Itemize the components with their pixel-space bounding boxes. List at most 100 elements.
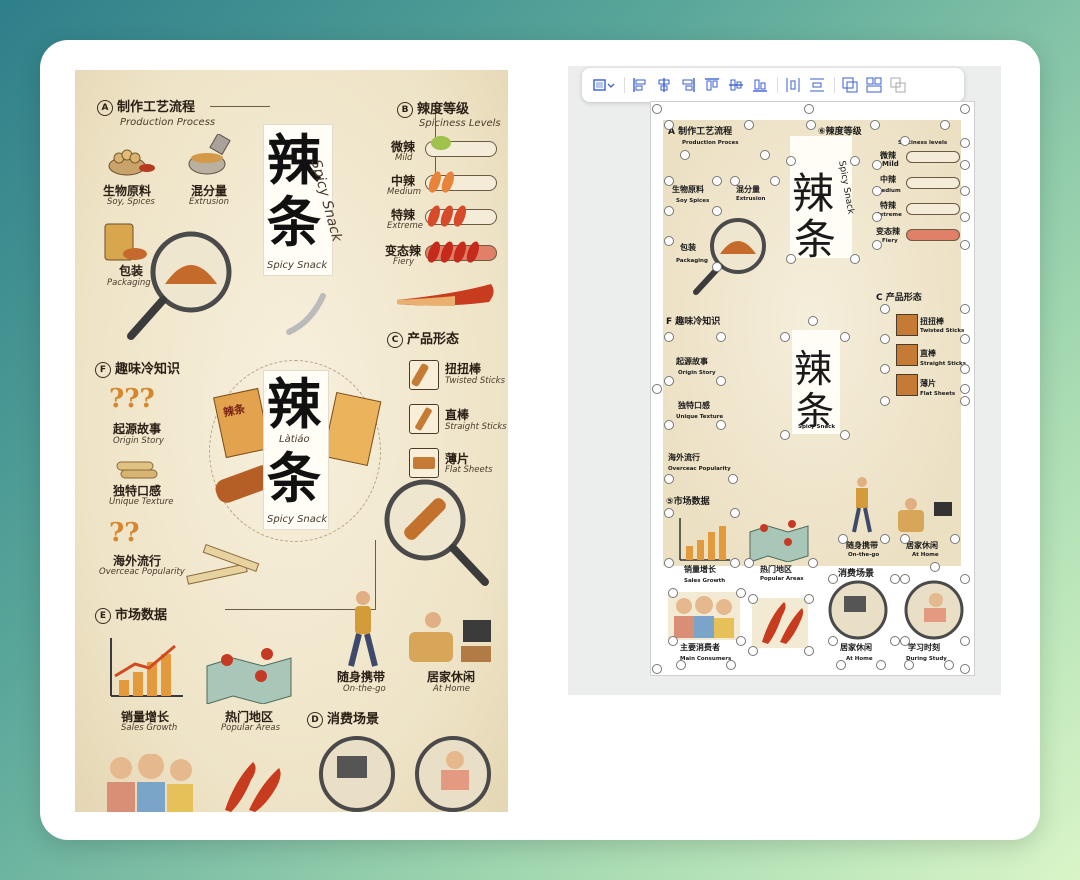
resize-handle[interactable] — [890, 574, 900, 584]
ed-b-title[interactable]: ⑥辣度等级 — [818, 124, 862, 137]
resize-handle[interactable] — [808, 558, 818, 568]
ed-d2[interactable]: 居家休闲 — [906, 540, 938, 551]
ed-g3s[interactable]: At Home — [846, 656, 873, 662]
resize-handle[interactable] — [960, 636, 970, 646]
resize-handle[interactable] — [960, 186, 970, 196]
ed-a2[interactable]: 混分量 — [736, 184, 760, 195]
resize-handle[interactable] — [836, 660, 846, 670]
resize-handle[interactable] — [664, 176, 674, 186]
resize-handle[interactable] — [940, 120, 950, 130]
resize-handle[interactable] — [780, 332, 790, 342]
resize-handle[interactable] — [664, 508, 674, 518]
ed-e1[interactable]: 销量增长 — [684, 564, 716, 575]
align-top-icon[interactable] — [703, 76, 721, 94]
ed-g1[interactable]: 主要消费者 — [680, 642, 720, 653]
resize-handle[interactable] — [872, 240, 882, 250]
resize-handle[interactable] — [960, 304, 970, 314]
resize-handle[interactable] — [850, 254, 860, 264]
resize-handle[interactable] — [680, 150, 690, 160]
ed-a-sub[interactable]: Production Proces — [682, 140, 739, 146]
ed-g1s[interactable]: Main Consumers — [680, 656, 731, 662]
rotate-handle[interactable] — [804, 104, 814, 114]
resize-handle[interactable] — [760, 150, 770, 160]
resize-handle[interactable] — [960, 138, 970, 148]
resize-handle[interactable] — [960, 104, 970, 114]
distribute-v-icon[interactable] — [808, 76, 826, 94]
resize-handle[interactable] — [744, 558, 754, 568]
ed-a2s[interactable]: Extrusion — [736, 196, 765, 202]
resize-handle[interactable] — [712, 206, 722, 216]
resize-handle[interactable] — [900, 636, 910, 646]
resize-handle[interactable] — [664, 420, 674, 430]
resize-handle[interactable] — [880, 364, 890, 374]
resize-handle[interactable] — [960, 160, 970, 170]
resize-handle[interactable] — [716, 332, 726, 342]
rotate-handle[interactable] — [808, 316, 818, 326]
ed-e1s[interactable]: Sales Growth — [684, 578, 725, 584]
align-middle-icon[interactable] — [727, 76, 745, 94]
resize-handle[interactable] — [840, 430, 850, 440]
resize-handle[interactable] — [850, 156, 860, 166]
resize-handle[interactable] — [652, 104, 662, 114]
ed-b2[interactable]: 中辣 — [880, 174, 896, 185]
resize-handle[interactable] — [716, 420, 726, 430]
resize-handle[interactable] — [770, 176, 780, 186]
frame-icon[interactable] — [592, 76, 616, 94]
ed-b4[interactable]: 变态辣 — [876, 226, 900, 237]
resize-handle[interactable] — [664, 236, 674, 246]
resize-handle[interactable] — [664, 206, 674, 216]
resize-handle[interactable] — [786, 254, 796, 264]
ed-a1[interactable]: 生物原料 — [672, 184, 704, 195]
ed-c1[interactable]: 扭扭棒 — [920, 316, 944, 327]
resize-handle[interactable] — [728, 474, 738, 484]
ed-f1s[interactable]: Origin Story — [678, 370, 716, 376]
resize-handle[interactable] — [726, 660, 736, 670]
resize-handle[interactable] — [652, 384, 662, 394]
resize-handle[interactable] — [876, 660, 886, 670]
resize-handle[interactable] — [960, 240, 970, 250]
ed-c2[interactable]: 直棒 — [920, 348, 936, 359]
resize-handle[interactable] — [872, 212, 882, 222]
resize-handle[interactable] — [904, 660, 914, 670]
ed-d1[interactable]: 随身携带 — [846, 540, 878, 551]
resize-handle[interactable] — [744, 120, 754, 130]
rotate-handle[interactable] — [930, 562, 940, 572]
resize-handle[interactable] — [748, 646, 758, 656]
align-right-icon[interactable] — [679, 76, 697, 94]
align-bottom-icon[interactable] — [751, 76, 769, 94]
ungroup-icon[interactable] — [865, 76, 883, 94]
resize-handle[interactable] — [748, 594, 758, 604]
ed-d2s[interactable]: At Home — [912, 552, 939, 558]
resize-handle[interactable] — [780, 430, 790, 440]
resize-handle[interactable] — [804, 594, 814, 604]
ed-a1s[interactable]: Soy Spices — [676, 198, 709, 204]
resize-handle[interactable] — [716, 376, 726, 386]
resize-handle[interactable] — [828, 636, 838, 646]
ed-e-title[interactable]: ⑤市场数据 — [666, 494, 710, 507]
ed-e2[interactable]: 热门地区 — [760, 564, 792, 575]
resize-handle[interactable] — [880, 334, 890, 344]
ed-c-title[interactable]: C 产品形态 — [876, 290, 922, 303]
layer-icon[interactable] — [889, 76, 907, 94]
ed-g3[interactable]: 居家休闲 — [840, 642, 872, 653]
group-icon[interactable] — [841, 76, 859, 94]
resize-handle[interactable] — [944, 660, 954, 670]
resize-handle[interactable] — [900, 534, 910, 544]
align-left-icon[interactable] — [631, 76, 649, 94]
resize-handle[interactable] — [960, 574, 970, 584]
resize-handle[interactable] — [900, 574, 910, 584]
ed-e2s[interactable]: Popular Areas — [760, 576, 804, 582]
resize-handle[interactable] — [960, 334, 970, 344]
resize-handle[interactable] — [890, 636, 900, 646]
resize-handle[interactable] — [664, 332, 674, 342]
resize-handle[interactable] — [828, 574, 838, 584]
ed-f2[interactable]: 独特口感 — [678, 400, 710, 411]
resize-handle[interactable] — [664, 120, 674, 130]
resize-handle[interactable] — [786, 156, 796, 166]
resize-handle[interactable] — [730, 558, 740, 568]
ed-d-title[interactable]: 消费场景 — [838, 566, 874, 579]
resize-handle[interactable] — [900, 136, 910, 146]
ed-c3[interactable]: 薄片 — [920, 378, 936, 389]
ed-b4s[interactable]: Fiery — [882, 238, 898, 244]
ed-title-char-2[interactable]: 条 — [794, 206, 836, 267]
